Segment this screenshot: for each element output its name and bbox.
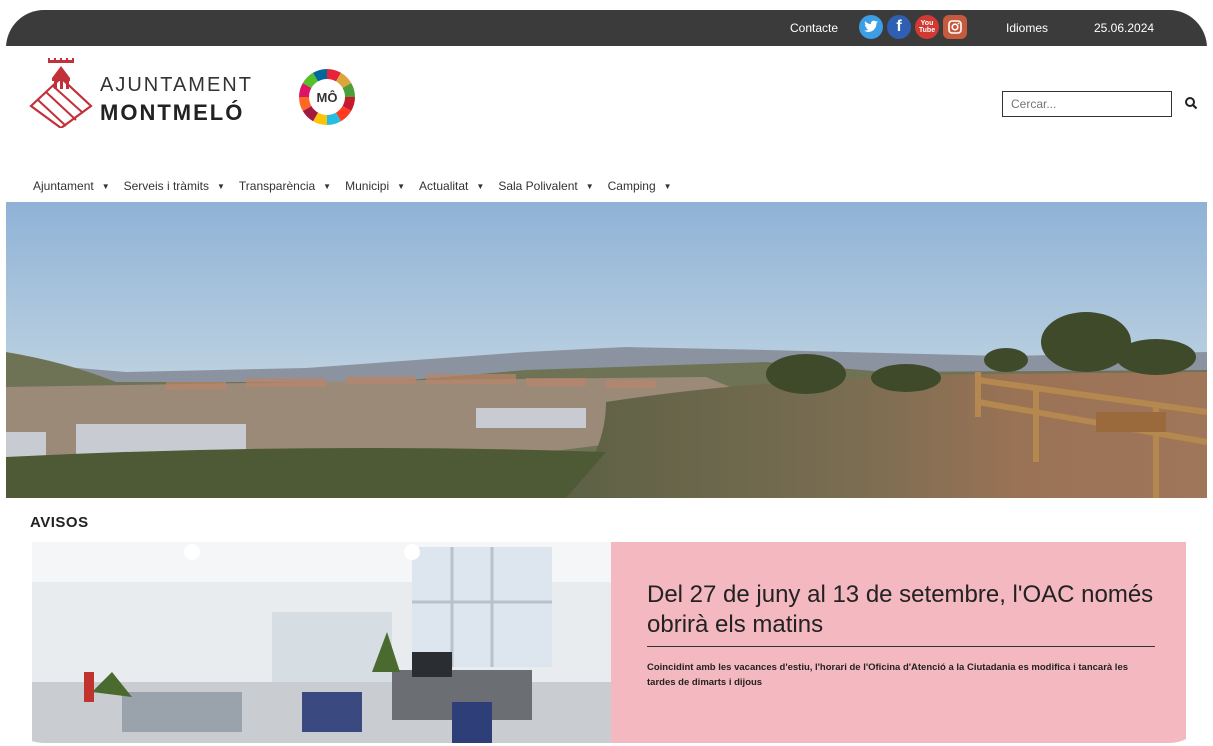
languages-link[interactable]: Idiomes (1006, 21, 1048, 35)
section-title-avisos: AVISOS (30, 514, 89, 531)
page-frame: Contacte f You Tube Idiomes 25.06.2024 AJ… (6, 10, 1207, 743)
nav-item-transparencia[interactable]: Transparència ▼ (239, 176, 331, 196)
facebook-icon[interactable]: f (887, 15, 911, 39)
nav-item-actualitat[interactable]: Actualitat ▼ (419, 176, 484, 196)
divider (647, 646, 1155, 647)
caret-down-icon: ▼ (397, 181, 406, 191)
nav-item-municipi[interactable]: Municipi ▼ (345, 176, 405, 196)
notice-card[interactable]: Del 27 de juny al 13 de setembre, l'OAC … (32, 542, 1186, 743)
search-input[interactable] (1002, 91, 1172, 117)
nav-item-label: Serveis i tràmits (123, 179, 209, 193)
contact-link[interactable]: Contacte (790, 21, 838, 35)
nav-item-label: Actualitat (419, 179, 469, 193)
nav-item-serveis[interactable]: Serveis i tràmits ▼ (124, 176, 225, 196)
nav-item-label: Ajuntament (33, 179, 94, 193)
sdg-badge[interactable]: MÔ (298, 68, 356, 126)
site-logo[interactable]: AJUNTAMENT MONTMELÓ (28, 58, 288, 138)
caret-down-icon: ▼ (323, 181, 332, 191)
logo-line-montmelo: MONTMELÓ (100, 100, 245, 125)
caret-down-icon: ▼ (476, 181, 485, 191)
sdg-badge-label: MÔ (317, 90, 338, 105)
hero-panorama-image (6, 202, 1207, 498)
nav-item-label: Municipi (345, 179, 390, 193)
notice-text-panel: Del 27 de juny al 13 de setembre, l'OAC … (611, 542, 1186, 743)
notice-title[interactable]: Del 27 de juny al 13 de setembre, l'OAC … (647, 580, 1157, 640)
sdg-wheel-icon: MÔ (299, 69, 355, 125)
nav-item-sala-polivalent[interactable]: Sala Polivalent ▼ (498, 176, 593, 196)
top-bar: Contacte f You Tube Idiomes 25.06.2024 (6, 10, 1207, 46)
main-nav: Ajuntament ▼ Serveis i tràmits ▼ Transparè… (33, 176, 686, 196)
nav-item-label: Sala Polivalent (498, 179, 578, 193)
nav-item-label: Transparència (238, 179, 316, 193)
caret-down-icon: ▼ (663, 181, 672, 191)
twitter-icon[interactable] (859, 15, 883, 39)
notice-photo (32, 542, 611, 743)
instagram-icon[interactable] (943, 15, 967, 39)
nav-item-camping[interactable]: Camping ▼ (608, 176, 672, 196)
youtube-icon[interactable]: You Tube (915, 15, 939, 39)
logo-line-ajuntament: AJUNTAMENT (100, 74, 253, 96)
current-date: 25.06.2024 (1094, 21, 1155, 35)
search-icon[interactable] (1184, 96, 1198, 110)
caret-down-icon: ▼ (101, 181, 110, 191)
caret-down-icon: ▼ (585, 181, 594, 191)
town-crest-icon (29, 58, 93, 128)
nav-item-ajuntament[interactable]: Ajuntament ▼ (33, 176, 110, 196)
nav-item-label: Camping (607, 179, 656, 193)
notice-description: Coincidint amb les vacances d'estiu, l'h… (647, 662, 1129, 688)
caret-down-icon: ▼ (216, 181, 225, 191)
